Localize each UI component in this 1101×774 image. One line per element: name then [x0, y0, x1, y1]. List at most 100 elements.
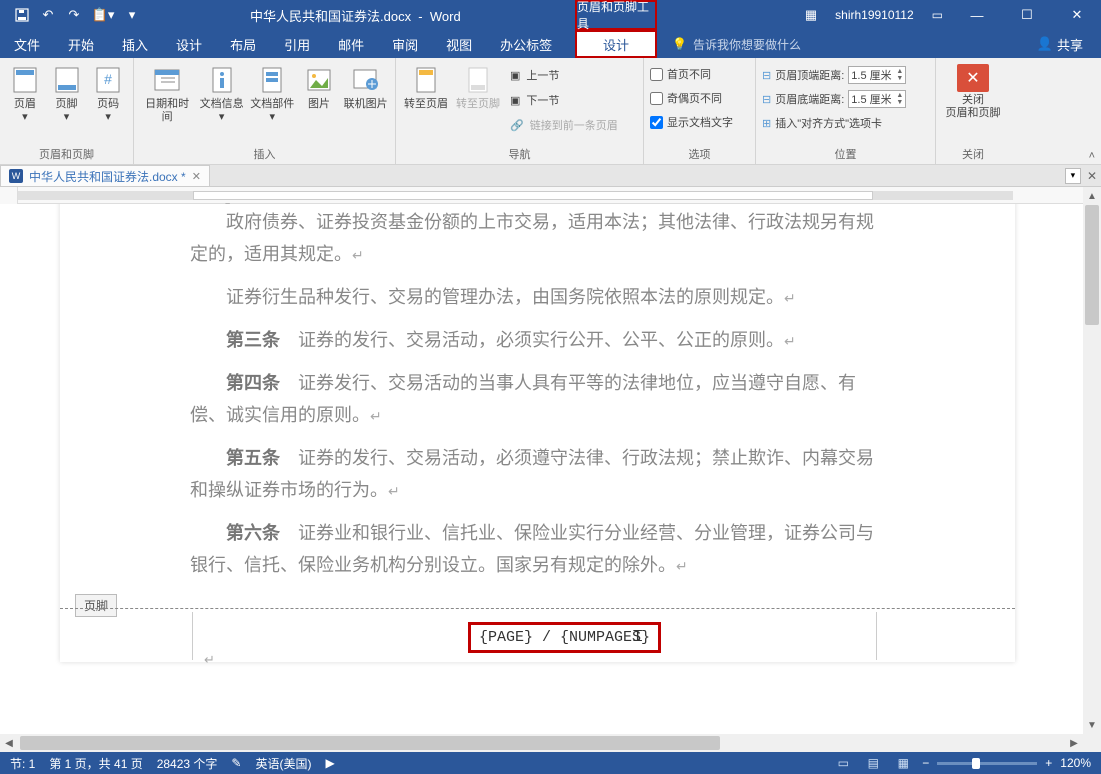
touch-mode-button[interactable]: 📋▾	[88, 3, 118, 27]
link-previous-button[interactable]: 🔗链接到前一条页眉	[506, 114, 622, 136]
footer-button[interactable]: 页脚▾	[48, 62, 86, 124]
footer-separator	[60, 608, 1015, 609]
title-bar: ↶ ↷ 📋▾ ▾ 中华人民共和国证券法.docx - Word 页眉和页脚工具 …	[0, 0, 1101, 30]
different-first-page-checkbox[interactable]: 首页不同	[650, 64, 733, 84]
goto-footer-button[interactable]: 转至页脚	[454, 62, 502, 111]
goto-header-button[interactable]: 转至页眉	[402, 62, 450, 111]
different-odd-even-checkbox[interactable]: 奇偶页不同	[650, 88, 733, 108]
insert-alignment-tab-button[interactable]: ⊞ 插入"对齐方式"选项卡	[762, 112, 906, 134]
footer-region-label: 页脚	[75, 594, 117, 617]
close-doc-button[interactable]: ✕	[1087, 169, 1097, 183]
window-title: 中华人民共和国证券法.docx - Word	[250, 6, 461, 25]
header-distance-input[interactable]: 1.5 厘米▲▼	[848, 66, 906, 84]
tab-design[interactable]: 设计	[162, 30, 216, 58]
footer-distance-label: 页眉底端距离:	[775, 91, 844, 107]
macro-icon[interactable]: ▶	[325, 756, 334, 770]
zoom-in-button[interactable]: +	[1045, 756, 1052, 770]
body-text: 政府债券、证券投资基金份额的上市交易，适用本法；其他法律、行政法规另有规定的，适…	[190, 206, 885, 582]
online-picture-button[interactable]: 联机图片	[342, 62, 389, 111]
hscroll-thumb[interactable]	[20, 736, 720, 750]
tab-mailings[interactable]: 邮件	[324, 30, 378, 58]
contextual-tab-header: 页眉和页脚工具	[575, 0, 657, 30]
close-header-footer-button[interactable]: ✕ 关闭 页眉和页脚	[943, 62, 1003, 120]
view-web-layout-button[interactable]: ▦	[892, 754, 914, 772]
header-distance-label: 页眉顶端距离:	[775, 67, 844, 83]
minimize-button[interactable]: ―	[961, 3, 993, 27]
group-label-close: 关闭	[942, 146, 1004, 164]
ribbon-display-icon[interactable]: ▭	[932, 8, 943, 22]
tab-references[interactable]: 引用	[270, 30, 324, 58]
tell-me-search[interactable]: 💡 告诉我你想要做什么	[672, 30, 801, 58]
ribbon-group-navigation: 转至页眉 转至页脚 ▣上一节 ▣下一节 🔗链接到前一条页眉 导航	[396, 58, 644, 164]
undo-button[interactable]: ↶	[36, 3, 60, 27]
zoom-level[interactable]: 120%	[1060, 756, 1091, 770]
spellcheck-icon[interactable]: ✎	[231, 756, 241, 770]
share-button[interactable]: 👤 共享	[1037, 30, 1083, 58]
tab-review[interactable]: 审阅	[378, 30, 432, 58]
vscroll-thumb[interactable]	[1085, 205, 1099, 325]
page-number-icon: #	[92, 64, 124, 96]
footer-paragraph-mark: ↵	[204, 652, 215, 668]
horizontal-ruler[interactable]: ⌐	[0, 187, 1101, 204]
view-read-mode-button[interactable]: ▭	[832, 754, 854, 772]
page-number-button[interactable]: # 页码▾	[89, 62, 127, 124]
ruler-icon: ⊟	[762, 69, 771, 82]
tab-file[interactable]: 文件	[0, 30, 54, 58]
text-cursor: Ꮖ	[633, 628, 643, 645]
page-number-field-code[interactable]: {PAGE} / {NUMPAGES}	[479, 629, 650, 646]
qat-customize-button[interactable]: ▾	[120, 3, 144, 27]
tab-insert[interactable]: 插入	[108, 30, 162, 58]
zoom-slider[interactable]	[937, 762, 1037, 765]
header-button[interactable]: 页眉▾	[6, 62, 44, 124]
zoom-slider-thumb[interactable]	[972, 758, 980, 769]
view-print-layout-button[interactable]: ▤	[862, 754, 884, 772]
quickparts-icon	[256, 64, 288, 96]
tab-home[interactable]: 开始	[54, 30, 108, 58]
footer-distance-input[interactable]: 1.5 厘米▲▼	[848, 90, 906, 108]
docinfo-icon	[206, 64, 238, 96]
tab-dropdown-button[interactable]: ▾	[1065, 168, 1081, 184]
tab-view[interactable]: 视图	[432, 30, 486, 58]
document-canvas[interactable]: 政府债券、证券投资基金份额的上市交易，适用本法；其他法律、行政法规另有规定的，适…	[0, 204, 1083, 734]
quickparts-button[interactable]: 文档部件▾	[249, 62, 296, 124]
word-doc-icon: W	[9, 169, 23, 183]
status-word-count[interactable]: 28423 个字	[157, 755, 218, 772]
collapse-ribbon-button[interactable]: ˄	[1089, 150, 1095, 162]
save-button[interactable]	[10, 3, 34, 27]
close-tab-button[interactable]: ✕	[192, 170, 201, 183]
ribbon-group-close: ✕ 关闭 页眉和页脚 关闭	[936, 58, 1010, 164]
link-icon: 🔗	[510, 119, 524, 132]
show-document-text-checkbox[interactable]: 显示文档文字	[650, 112, 733, 132]
close-window-button[interactable]: ✕	[1061, 3, 1093, 27]
tab-layout[interactable]: 布局	[216, 30, 270, 58]
maximize-button[interactable]: ☐	[1011, 3, 1043, 27]
scroll-right-button[interactable]: ▶	[1065, 734, 1083, 752]
horizontal-scrollbar[interactable]: ◀ ▶	[0, 734, 1083, 752]
scroll-down-button[interactable]: ▼	[1083, 716, 1101, 734]
scroll-up-button[interactable]: ▲	[1083, 187, 1101, 205]
ruler-corner	[0, 187, 18, 204]
document-tab[interactable]: W 中华人民共和国证券法.docx * ✕	[0, 165, 210, 186]
tab-header-footer-design[interactable]: 设计	[575, 30, 657, 58]
redo-button[interactable]: ↷	[62, 3, 86, 27]
status-language[interactable]: 英语(美国)	[255, 755, 311, 772]
status-section[interactable]: 节: 1	[10, 755, 35, 772]
header-icon	[9, 64, 41, 96]
next-section-button[interactable]: ▣下一节	[506, 89, 622, 111]
prev-section-button[interactable]: ▣上一节	[506, 64, 622, 86]
picture-button[interactable]: 图片	[300, 62, 339, 111]
page: 政府债券、证券投资基金份额的上市交易，适用本法；其他法律、行政法规另有规定的，适…	[60, 204, 1015, 662]
zoom-out-button[interactable]: −	[922, 756, 929, 770]
tab-office-tabs[interactable]: 办公标签	[486, 30, 566, 58]
group-label-hf: 页眉和页脚	[6, 146, 127, 164]
docinfo-button[interactable]: 文档信息▾	[198, 62, 245, 124]
svg-text:#: #	[104, 71, 112, 87]
close-icon: ✕	[957, 64, 989, 92]
prev-icon: ▣	[510, 69, 520, 82]
scroll-left-button[interactable]: ◀	[0, 734, 18, 752]
goto-footer-icon	[462, 64, 494, 96]
vertical-scrollbar[interactable]: ▲ ▼	[1083, 187, 1101, 734]
account-icon: ▦	[805, 7, 817, 23]
status-page[interactable]: 第 1 页，共 41 页	[49, 755, 142, 772]
datetime-button[interactable]: 日期和时间	[140, 62, 194, 124]
